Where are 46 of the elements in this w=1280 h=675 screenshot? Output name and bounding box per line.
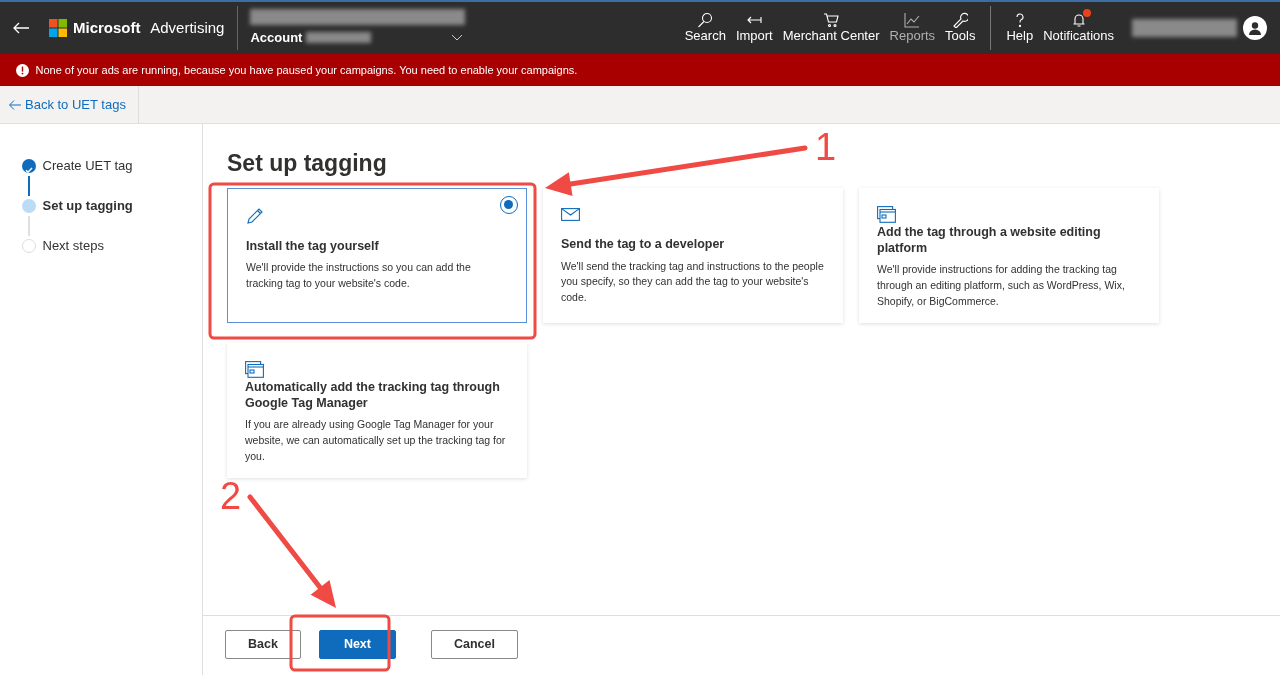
nav-button[interactable]: Notifications [1038, 11, 1119, 45]
option-description: We'll send the tracking tag and instructions to the people you specify, so they can add the tag to your website's code. [561, 258, 825, 306]
brand-name: Microsoft [73, 17, 141, 38]
cart-icon [823, 12, 840, 29]
window-icon [877, 205, 896, 223]
back-arrow-icon[interactable] [12, 22, 30, 34]
step-label: Create UET tag [42, 157, 133, 176]
back-arrow-icon [8, 99, 22, 111]
nav-button[interactable]: Merchant Center [777, 11, 885, 45]
annotation-number: 2 [220, 477, 242, 515]
avatar-icon[interactable] [1243, 16, 1267, 40]
option-description: We'll provide the instructions so you can add the tracking tag to your website's code. [246, 260, 472, 292]
footer-button[interactable]: Cancel [431, 630, 518, 659]
banner-message: None of your ads are running, because you have paused your campaigns. You need to enable your campaigns. [35, 62, 578, 78]
envelope-icon [561, 207, 580, 221]
footer-button[interactable]: Next [318, 630, 396, 659]
chart-icon [904, 12, 921, 29]
account-label: Account [250, 28, 303, 47]
option-card[interactable]: Install the tag yourself We'll provide the instructions so you can add the tracking tag to your website's code. [227, 187, 527, 323]
alert-icon [16, 63, 29, 77]
step-label: Next steps [42, 237, 104, 256]
search-icon [697, 12, 714, 29]
window-icon [245, 360, 264, 378]
page-title: Set up tagging [227, 150, 387, 178]
step-label: Set up tagging [42, 197, 133, 216]
option-card[interactable]: Send the tag to a developer We'll send the tracking tag and instructions to the people you specify, so they can add the tag to your website's code. [543, 187, 843, 323]
option-card[interactable]: Add the tag through a website editing platform We'll provide instructions for adding the tracking tag through an editing platform, such as WordPress, Wix, Shopify, or BigCommerce. [859, 187, 1159, 323]
logo-icon [48, 19, 67, 37]
footer-button[interactable]: Back [225, 630, 301, 659]
option-description: If you are already using Google Tag Manager for your website, we can automatically set up the tracking tag for you. [245, 417, 507, 464]
redacted-block [305, 32, 371, 44]
option-title: Automatically add the tracking tag through Google Tag Manager [245, 380, 501, 412]
option-card[interactable]: Automatically add the tracking tag through Google Tag Manager If you are already using Google Tag Manager for your website, we can automatically set up the tracking tag for you. [227, 342, 527, 478]
chevron-down-icon[interactable] [450, 34, 463, 42]
nav-button[interactable]: Import [730, 11, 778, 45]
nav-button[interactable]: Tools [940, 11, 981, 45]
option-title: Send the tag to a developer [561, 237, 726, 253]
option-title: Add the tag through a website editing platform [877, 225, 1102, 257]
nav-button[interactable]: Help [1001, 11, 1039, 45]
option-description: We'll provide instructions for adding the tracking tag through an editing platform, such as WordPress, Wix, Shopify, or BigCommerce. [877, 262, 1126, 309]
wrench-icon [952, 12, 969, 29]
product-name: Advertising [150, 17, 225, 38]
annotation-number: 1 [815, 128, 837, 166]
nav-button[interactable]: Search [679, 11, 731, 45]
option-title: Install the tag yourself [246, 238, 380, 255]
back-link[interactable]: Back to UET tags [0, 86, 139, 124]
